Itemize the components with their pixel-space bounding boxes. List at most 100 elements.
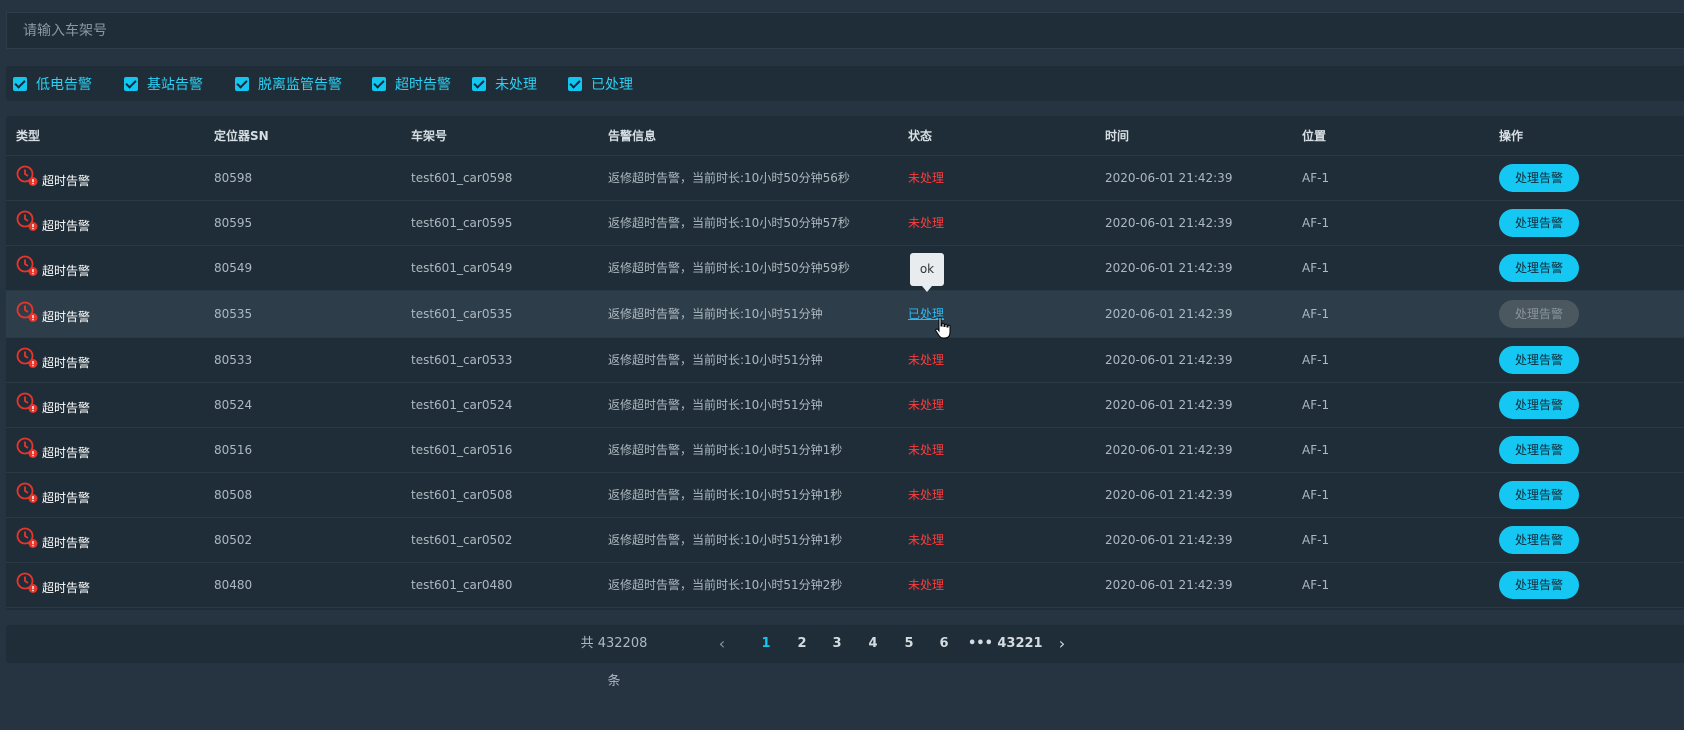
sn-cell: 80508 — [214, 488, 253, 502]
handle-alarm-button[interactable]: 处理告警 — [1499, 346, 1579, 374]
handle-alarm-button[interactable]: 处理告警 — [1499, 526, 1579, 554]
prev-page-icon[interactable]: ‹ — [712, 625, 732, 663]
handle-alarm-button[interactable]: 处理告警 — [1499, 571, 1579, 599]
filter-base-station[interactable]: 基站告警 — [124, 66, 203, 101]
vin-cell: test601_car0524 — [411, 398, 513, 412]
info-cell: 返修超时告警，当前时长:10小时50分钟57秒 — [608, 216, 850, 230]
vin-search-input[interactable] — [7, 13, 1684, 48]
vin-cell: test601_car0598 — [411, 171, 513, 185]
time-cell: 2020-06-01 21:42:39 — [1105, 353, 1233, 367]
table-row: 超时告警 80595 test601_car0595 返修超时告警，当前时长:10小时… — [6, 201, 1684, 246]
type-label: 超时告警 — [42, 264, 91, 278]
type-cell: 超时告警 — [16, 563, 90, 608]
page-2[interactable]: 2 — [792, 625, 812, 663]
filter-label: 低电告警 — [36, 76, 92, 93]
page-4[interactable]: 4 — [863, 625, 883, 663]
table-row: 超时告警 80516 test601_car0516 返修超时告警，当前时长:10小时… — [6, 428, 1684, 473]
location-cell: AF-1 — [1302, 261, 1330, 275]
handle-alarm-button[interactable]: 处理告警 — [1499, 391, 1579, 419]
handle-alarm-button[interactable]: 处理告警 — [1499, 164, 1579, 192]
table-row: 超时告警 80533 test601_car0533 返修超时告警，当前时长:10小时… — [6, 338, 1684, 383]
type-cell: 超时告警 — [16, 428, 90, 473]
filter-out-of-supervision[interactable]: 脱离监管告警 — [235, 66, 342, 101]
time-cell: 2020-06-01 21:42:39 — [1105, 578, 1233, 592]
header-location: 位置 — [1302, 129, 1327, 143]
info-cell: 返修超时告警，当前时长:10小时51分钟 — [608, 307, 823, 321]
sn-cell: 80516 — [214, 443, 253, 457]
time-cell: 2020-06-01 21:42:39 — [1105, 216, 1233, 230]
sn-cell: 80598 — [214, 171, 253, 185]
header-status: 状态 — [908, 129, 933, 143]
handle-alarm-button[interactable]: 处理告警 — [1499, 481, 1579, 509]
timeout-alarm-icon — [16, 347, 38, 369]
header-type: 类型 — [16, 129, 41, 143]
header-info: 告警信息 — [608, 129, 657, 143]
filter-label: 超时告警 — [395, 76, 451, 93]
checkbox-checked-icon[interactable] — [472, 76, 486, 91]
info-cell: 返修超时告警，当前时长:10小时51分钟1秒 — [608, 443, 843, 457]
timeout-alarm-icon — [16, 482, 38, 504]
table-row: 超时告警 80524 test601_car0524 返修超时告警，当前时长:10小时… — [6, 383, 1684, 428]
timeout-alarm-icon — [16, 255, 38, 277]
type-label: 超时告警 — [42, 174, 91, 188]
type-label: 超时告警 — [42, 356, 91, 370]
filter-processed[interactable]: 已处理 — [568, 66, 633, 101]
header-time: 时间 — [1105, 129, 1130, 143]
filter-unprocessed[interactable]: 未处理 — [472, 66, 537, 101]
filter-timeout[interactable]: 超时告警 — [372, 66, 451, 101]
filter-label: 已处理 — [591, 76, 633, 93]
page-3[interactable]: 3 — [827, 625, 847, 663]
status-cell: 未处理 — [908, 443, 945, 457]
vin-cell: test601_car0480 — [411, 578, 513, 592]
type-label: 超时告警 — [42, 581, 91, 595]
filter-label: 基站告警 — [147, 76, 203, 93]
page-last[interactable]: 43221 — [996, 625, 1044, 663]
checkbox-checked-icon[interactable] — [568, 76, 582, 91]
status-cell: 未处理 — [908, 578, 945, 592]
status-cell: 未处理 — [908, 353, 945, 367]
page-5[interactable]: 5 — [899, 625, 919, 663]
pagination: 共 432208 条 ‹ 1 2 3 4 5 6 ••• 43221 › — [6, 625, 1684, 689]
table-header: 类型 定位器SN 车架号 告警信息 状态 时间 位置 操作 — [6, 116, 1684, 156]
checkbox-checked-icon[interactable] — [235, 76, 249, 91]
type-label: 超时告警 — [42, 310, 91, 324]
table-row: 超时告警 80598 test601_car0598 返修超时告警，当前时长:10小时… — [6, 156, 1684, 201]
vin-search-box[interactable] — [6, 12, 1684, 49]
handle-alarm-button[interactable]: 处理告警 — [1499, 209, 1579, 237]
location-cell: AF-1 — [1302, 353, 1330, 367]
location-cell: AF-1 — [1302, 216, 1330, 230]
time-cell: 2020-06-01 21:42:39 — [1105, 307, 1233, 321]
checkbox-checked-icon[interactable] — [372, 76, 386, 91]
next-page-icon[interactable]: › — [1052, 625, 1072, 663]
status-cell: 未处理 — [908, 216, 945, 230]
vin-cell: test601_car0535 — [411, 307, 513, 321]
handle-alarm-button[interactable]: 处理告警 — [1499, 300, 1579, 328]
total-count: 共 432208 条 — [580, 636, 648, 689]
info-cell: 返修超时告警，当前时长:10小时51分钟1秒 — [608, 488, 843, 502]
type-label: 超时告警 — [42, 219, 91, 233]
page-6[interactable]: 6 — [934, 625, 954, 663]
table-row: 超时告警 80480 test601_car0480 返修超时告警，当前时长:10小时… — [6, 563, 1684, 608]
time-cell: 2020-06-01 21:42:39 — [1105, 443, 1233, 457]
handle-alarm-button[interactable]: 处理告警 — [1499, 254, 1579, 282]
checkbox-checked-icon[interactable] — [13, 76, 27, 91]
location-cell: AF-1 — [1302, 578, 1330, 592]
time-cell: 2020-06-01 21:42:39 — [1105, 261, 1233, 275]
alarm-page: 低电告警 基站告警 脱离监管告警 超时告警 未处理 已处理 类型 定位器SN 车… — [0, 0, 1684, 730]
status-cell: 未处理 — [908, 398, 945, 412]
table-row: 超时告警 80502 test601_car0502 返修超时告警，当前时长:10小时… — [6, 518, 1684, 563]
timeout-alarm-icon — [16, 301, 38, 323]
filter-low-battery[interactable]: 低电告警 — [13, 66, 92, 101]
more-pages-icon[interactable]: ••• — [968, 625, 993, 663]
type-cell: 超时告警 — [16, 383, 90, 428]
info-cell: 返修超时告警，当前时长:10小时50分钟56秒 — [608, 171, 850, 185]
time-cell: 2020-06-01 21:42:39 — [1105, 488, 1233, 502]
page-1[interactable]: 1 — [756, 625, 776, 663]
checkbox-checked-icon[interactable] — [124, 76, 138, 91]
timeout-alarm-icon — [16, 572, 38, 594]
info-cell: 返修超时告警，当前时长:10小时51分钟 — [608, 353, 823, 367]
handle-alarm-button[interactable]: 处理告警 — [1499, 436, 1579, 464]
ok-tooltip: ok — [910, 253, 944, 292]
time-cell: 2020-06-01 21:42:39 — [1105, 533, 1233, 547]
vin-cell: test601_car0595 — [411, 216, 513, 230]
